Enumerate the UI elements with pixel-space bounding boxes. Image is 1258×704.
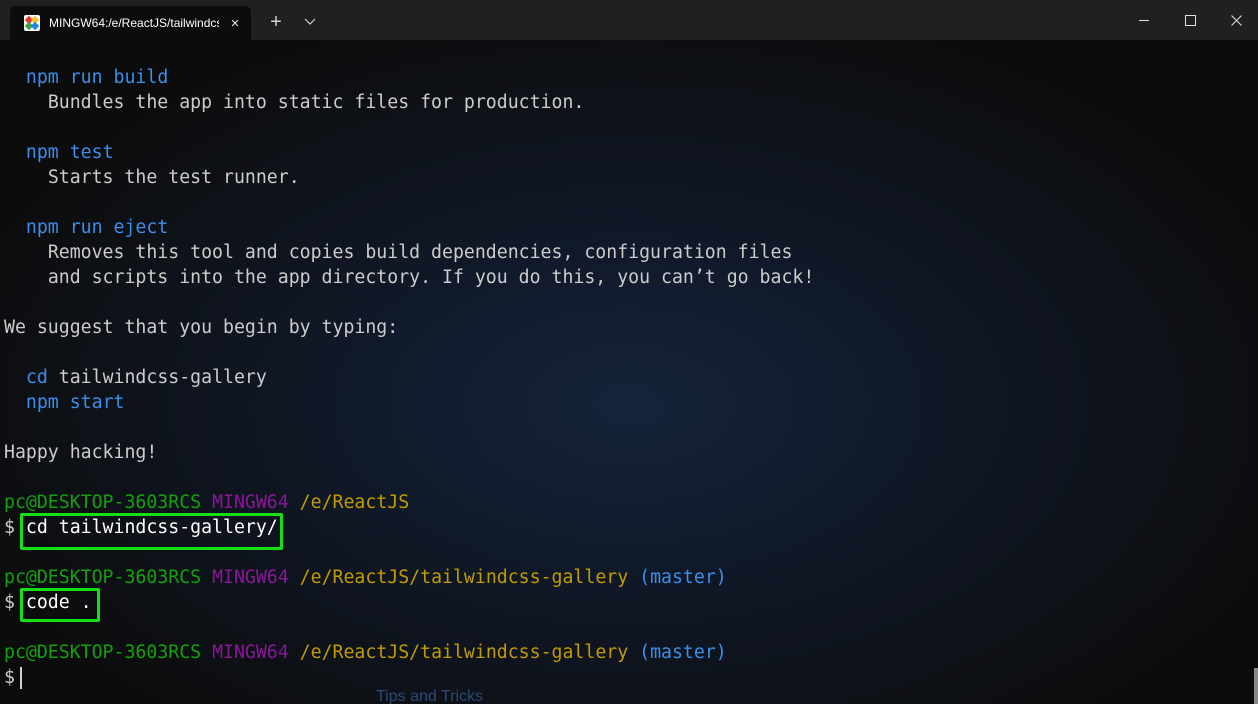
scrollbar-thumb[interactable] [1254, 668, 1258, 704]
new-tab-button[interactable]: + [262, 7, 290, 37]
start-suggestion-line: npm start [25, 392, 125, 413]
close-icon [1230, 14, 1242, 26]
test-command-line: npm test [25, 142, 114, 163]
terminal-tab[interactable]: MINGW64:/e/ReactJS/tailwindcss-gallery × [10, 6, 251, 40]
happy-hacking-text: Happy hacking! [4, 442, 158, 463]
build-description: Bundles the app into static files for pr… [47, 92, 585, 113]
eject-description-1: Removes this tool and copies build depen… [47, 242, 793, 263]
minimize-icon [1139, 19, 1149, 21]
tab-title: MINGW64:/e/ReactJS/tailwindcss-gallery [49, 16, 219, 30]
git-bash-icon [24, 15, 40, 31]
build-command-line: npm run build [25, 67, 169, 88]
input-line-3[interactable]: $ [4, 665, 22, 690]
chevron-down-icon [304, 18, 316, 25]
prompt-line-2: pc@DESKTOP-3603RCS MINGW64 /e/ReactJS/ta… [4, 567, 727, 588]
terminal-output[interactable]: Tips and Tricks npm run build Bundles th… [0, 40, 1258, 704]
highlight-box-code [20, 588, 100, 622]
suggestion-text: We suggest that you begin by typing: [4, 317, 399, 338]
eject-command-line: npm run eject [25, 217, 169, 238]
maximize-icon [1184, 14, 1196, 26]
prompt-dollar: $ [4, 517, 15, 538]
minimize-button[interactable] [1121, 0, 1167, 40]
prompt-dollar: $ [4, 667, 15, 688]
prompt-line-3: pc@DESKTOP-3603RCS MINGW64 /e/ReactJS/ta… [4, 642, 727, 663]
tab-close-icon[interactable]: × [227, 15, 243, 32]
eject-description-2: and scripts into the app directory. If y… [47, 267, 815, 288]
prompt-line-1: pc@DESKTOP-3603RCS MINGW64 /e/ReactJS [4, 492, 410, 513]
cd-suggestion-line: cd tailwindcss-gallery [25, 367, 267, 388]
prompt-dollar: $ [4, 592, 15, 613]
tab-dropdown-button[interactable] [296, 7, 324, 37]
maximize-button[interactable] [1167, 0, 1213, 40]
close-window-button[interactable] [1213, 0, 1258, 40]
title-bar: MINGW64:/e/ReactJS/tailwindcss-gallery ×… [0, 0, 1258, 41]
highlight-box-cd [20, 513, 283, 550]
background-window-text: Tips and Tricks [376, 688, 483, 704]
text-cursor [19, 667, 22, 689]
test-description: Starts the test runner. [47, 167, 300, 188]
